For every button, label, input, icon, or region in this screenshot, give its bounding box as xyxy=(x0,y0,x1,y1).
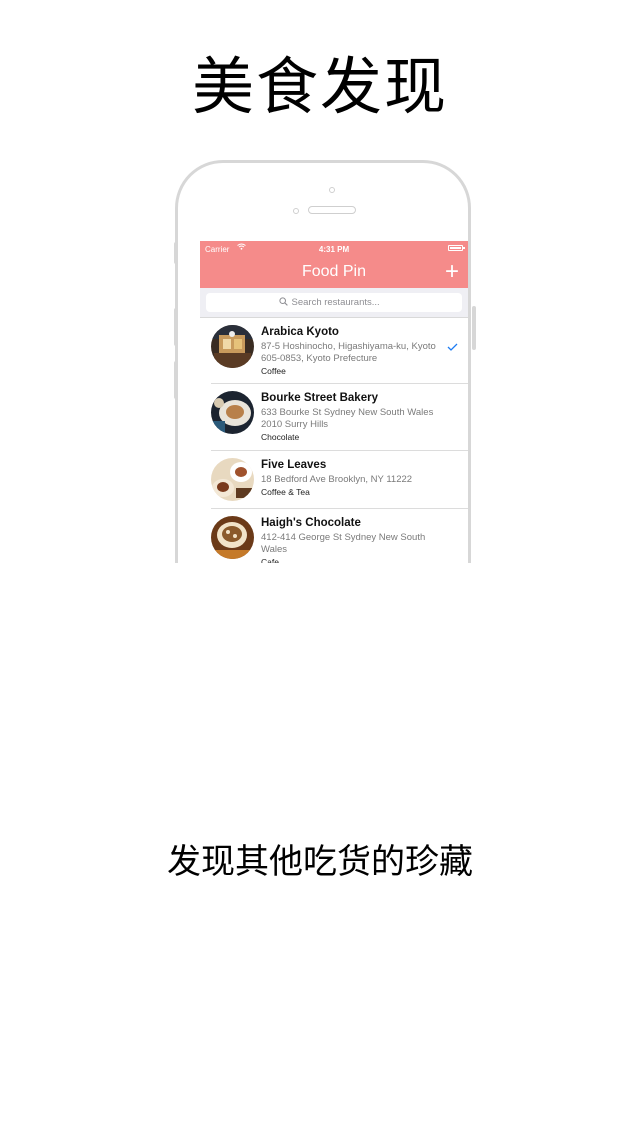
restaurant-address: 412-414 George St Sydney New South Wales xyxy=(261,532,426,555)
headline: 美食发现 xyxy=(191,50,448,123)
restaurant-name: Haigh's Chocolate xyxy=(261,517,361,529)
restaurant-type: Cafe xyxy=(261,557,279,563)
search-icon xyxy=(278,296,288,309)
restaurant-name: Bourke Street Bakery xyxy=(261,392,378,404)
battery-icon xyxy=(448,245,465,251)
restaurant-thumbnail xyxy=(211,516,254,559)
status-time: 4:31 PM xyxy=(318,245,350,254)
restaurant-row[interactable]: Bourke Street Bakery 633 Bourke St Sydne… xyxy=(211,384,468,451)
mute-switch xyxy=(174,242,178,264)
search-field[interactable] xyxy=(206,293,462,312)
restaurant-thumbnail xyxy=(211,458,254,501)
checkmark-icon xyxy=(447,342,458,354)
restaurant-type: Coffee xyxy=(261,366,286,376)
add-restaurant-button[interactable]: + xyxy=(445,258,459,286)
app-screen: Carrier 4:31 PM Food Pin + Search restau… xyxy=(200,241,468,563)
restaurant-thumbnail xyxy=(211,325,254,368)
earpiece-speaker xyxy=(308,206,356,214)
restaurant-row[interactable]: Haigh's Chocolate 412-414 George St Sydn… xyxy=(211,509,468,563)
restaurant-address: 633 Bourke St Sydney New South Wales 201… xyxy=(261,407,434,430)
nav-title: Food Pin xyxy=(301,263,367,280)
proximity-sensor xyxy=(329,187,335,193)
navigation-bar: Food Pin + xyxy=(200,257,468,288)
status-bar: Carrier 4:31 PM xyxy=(200,241,468,257)
restaurant-name: Arabica Kyoto xyxy=(261,326,339,338)
phone-frame: Carrier 4:31 PM Food Pin + Search restau… xyxy=(175,160,471,563)
restaurant-name: Five Leaves xyxy=(261,459,327,471)
phone-mockup: Carrier 4:31 PM Food Pin + Search restau… xyxy=(170,158,480,563)
restaurant-type: Coffee & Tea xyxy=(261,487,310,497)
restaurant-thumbnail xyxy=(211,391,254,434)
restaurant-row[interactable]: Arabica Kyoto 87-5 Hoshinocho, Higashiya… xyxy=(211,318,468,384)
restaurant-list: Arabica Kyoto 87-5 Hoshinocho, Higashiya… xyxy=(200,318,468,563)
restaurant-row[interactable]: Five Leaves 18 Bedford Ave Brooklyn, NY … xyxy=(211,451,468,509)
search-bar xyxy=(200,288,468,318)
search-input[interactable] xyxy=(291,297,390,308)
subtitle: 发现其他吃货的珍藏 xyxy=(167,842,473,882)
restaurant-type: Chocolate xyxy=(261,432,300,442)
front-camera xyxy=(293,208,299,214)
restaurant-address: 18 Bedford Ave Brooklyn, NY 11222 xyxy=(261,474,413,485)
power-button xyxy=(472,306,476,350)
volume-down-button xyxy=(174,361,178,399)
volume-up-button xyxy=(174,308,178,346)
restaurant-address: 87-5 Hoshinocho, Higashiyama-ku, Kyoto 6… xyxy=(261,341,436,364)
